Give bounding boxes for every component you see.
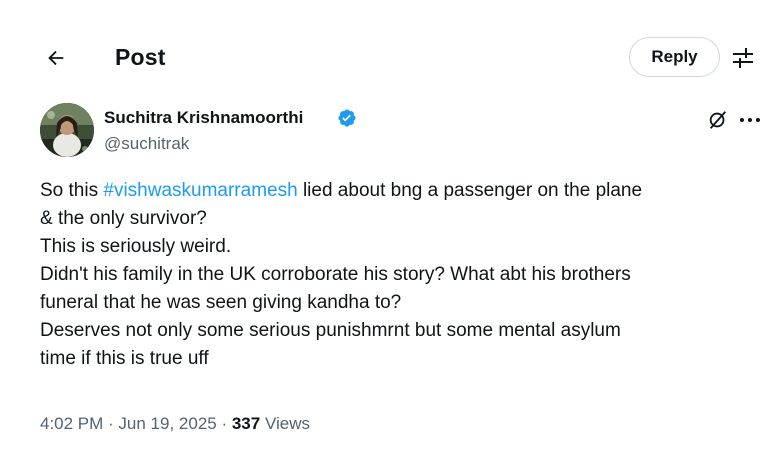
profile-photo bbox=[40, 103, 94, 157]
hashtag-link[interactable]: #vishwaskumarramesh bbox=[103, 180, 297, 201]
author-avatar[interactable] bbox=[40, 103, 94, 157]
views-count: 337 bbox=[231, 414, 261, 433]
views-link[interactable]: 337 Views bbox=[232, 414, 310, 433]
post-text-line: & the only survivor? bbox=[40, 208, 207, 229]
post-text-line: funeral that he was seen giving kandha t… bbox=[40, 292, 402, 313]
meta-separator: · bbox=[103, 414, 119, 433]
views-label: Views bbox=[260, 414, 310, 433]
reply-button[interactable]: Reply bbox=[629, 37, 720, 77]
more-dots-icon bbox=[740, 118, 760, 122]
post-text-line: So this #vishwaskumarramesh lied about b… bbox=[40, 177, 765, 205]
author-handle[interactable]: @suchitrak bbox=[104, 134, 189, 154]
back-button[interactable] bbox=[40, 42, 72, 74]
more-options-button[interactable] bbox=[736, 108, 764, 132]
post-text-line: time if this is true uff bbox=[40, 348, 209, 369]
post-text-line: Deserves not only some serious punishmrn… bbox=[40, 320, 621, 341]
post-text-line: Didn't his family in the UK corroborate … bbox=[40, 264, 631, 285]
arrow-left-icon bbox=[48, 50, 64, 66]
meta-separator: · bbox=[216, 414, 232, 433]
post-header: Post Reply bbox=[0, 0, 777, 112]
grok-button[interactable] bbox=[706, 108, 730, 132]
filter-button[interactable] bbox=[729, 44, 757, 72]
author-name[interactable]: Suchitra Krishnamoorthi bbox=[104, 108, 303, 128]
post-meta: 4:02 PM · Jun 19, 2025 · 337 Views bbox=[40, 414, 310, 434]
post-text-segment: lied about bng a passenger on the plane bbox=[297, 180, 643, 201]
grok-icon bbox=[709, 111, 727, 129]
post-text-segment: So this bbox=[40, 180, 104, 201]
sliders-icon bbox=[733, 48, 753, 68]
post-date-link[interactable]: Jun 19, 2025 bbox=[118, 414, 216, 433]
post-text: So this #vishwaskumarramesh lied about b… bbox=[40, 177, 765, 373]
verified-badge-icon bbox=[337, 108, 357, 128]
post-text-line: This is seriously weird. bbox=[40, 236, 232, 257]
post-time-link[interactable]: 4:02 PM bbox=[40, 414, 103, 433]
page-title: Post bbox=[115, 44, 166, 70]
